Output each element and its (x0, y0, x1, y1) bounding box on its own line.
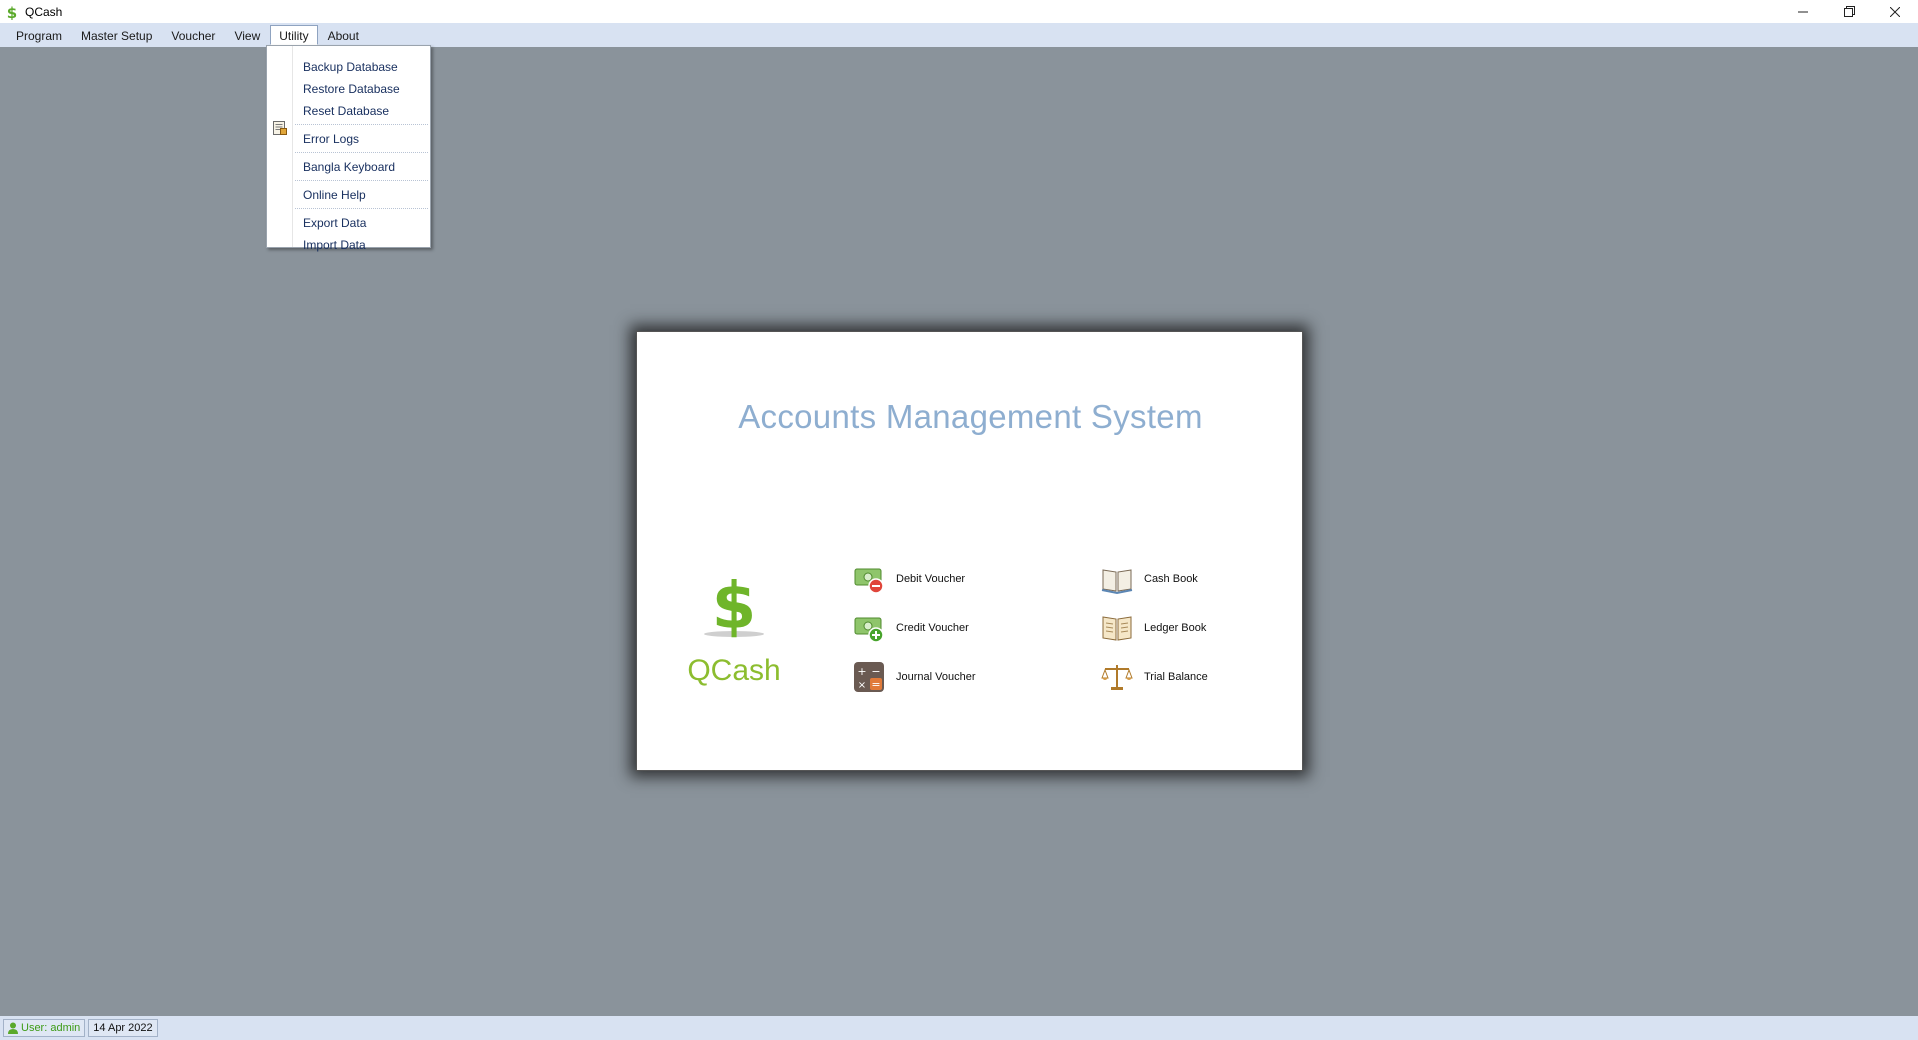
shortcut-label: Credit Voucher (896, 622, 969, 634)
svg-text:+: + (857, 665, 866, 678)
menu-separator (295, 124, 428, 125)
menu-separator (295, 180, 428, 181)
minimize-icon[interactable] (1780, 0, 1826, 23)
window-controls (1780, 0, 1918, 23)
status-date: 14 Apr 2022 (88, 1019, 158, 1037)
menu-master-setup[interactable]: Master Setup (72, 25, 161, 45)
app-logo-text: QCash (687, 654, 781, 687)
credit-voucher-icon (852, 611, 886, 645)
shortcut-label: Journal Voucher (896, 671, 976, 683)
svg-text:$: $ (712, 572, 757, 642)
shortcut-label: Ledger Book (1144, 622, 1207, 634)
shortcut-label: Cash Book (1144, 573, 1198, 585)
open-book-icon (1100, 562, 1134, 596)
menu-item-import-data[interactable]: Import Data (293, 235, 430, 255)
menu-icon-gutter (267, 46, 293, 247)
menu-program[interactable]: Program (7, 25, 71, 45)
menu-view[interactable]: View (225, 25, 269, 45)
calculator-icon: + − × = (852, 660, 886, 694)
menu-separator (295, 208, 428, 209)
restore-icon[interactable] (1826, 0, 1872, 23)
menu-item-reset-database[interactable]: Reset Database (293, 101, 430, 121)
shortcut-credit-voucher[interactable]: Credit Voucher (852, 611, 969, 645)
shortcut-label: Debit Voucher (896, 573, 966, 585)
menu-item-online-help[interactable]: Online Help (293, 185, 430, 205)
shortcut-cash-book[interactable]: Cash Book (1100, 562, 1198, 596)
debit-voucher-icon (852, 562, 886, 596)
shortcut-label: Trial Balance (1144, 671, 1208, 683)
dollar-logo-icon: $ (699, 570, 769, 644)
svg-text:$: $ (7, 4, 17, 20)
scales-icon (1100, 660, 1134, 694)
welcome-panel: Accounts Management System $ QCash Debit… (636, 331, 1303, 771)
shortcut-debit-voucher[interactable]: Debit Voucher (852, 562, 965, 596)
menu-item-bangla-keyboard[interactable]: Bangla Keyboard (293, 157, 430, 177)
shortcut-journal-voucher[interactable]: + − × = Journal Voucher (852, 660, 976, 694)
utility-dropdown-menu: Backup Database Restore Database Reset D… (266, 45, 431, 252)
status-user-text: User: admin (21, 1022, 81, 1034)
title-bar: $ QCash (0, 0, 1918, 23)
menu-separator (295, 152, 428, 153)
shortcut-ledger-book[interactable]: Ledger Book (1100, 611, 1206, 645)
close-icon[interactable] (1872, 0, 1918, 23)
menu-voucher[interactable]: Voucher (162, 25, 224, 45)
user-icon (8, 1022, 18, 1034)
page-title: Accounts Management System (738, 398, 1203, 435)
menu-utility[interactable]: Utility (270, 25, 318, 45)
menu-item-export-data[interactable]: Export Data (293, 213, 430, 233)
status-user: User: admin (3, 1019, 86, 1037)
svg-text:−: − (871, 665, 880, 678)
log-report-icon (272, 120, 288, 136)
ledger-book-icon (1100, 611, 1134, 645)
dollar-icon: $ (5, 4, 19, 20)
shortcut-trial-balance[interactable]: Trial Balance (1100, 660, 1208, 694)
window-title: QCash (25, 4, 63, 19)
menu-item-backup-database[interactable]: Backup Database (293, 57, 430, 77)
menu-bar: Program Master Setup Voucher View Utilit… (0, 23, 1918, 47)
menu-item-error-logs[interactable]: Error Logs (293, 129, 430, 149)
status-bar: User: admin 14 Apr 2022 (0, 1016, 1918, 1040)
svg-text:=: = (871, 678, 880, 691)
menu-about[interactable]: About (319, 25, 368, 45)
menu-item-restore-database[interactable]: Restore Database (293, 79, 430, 99)
svg-text:×: × (858, 680, 866, 691)
